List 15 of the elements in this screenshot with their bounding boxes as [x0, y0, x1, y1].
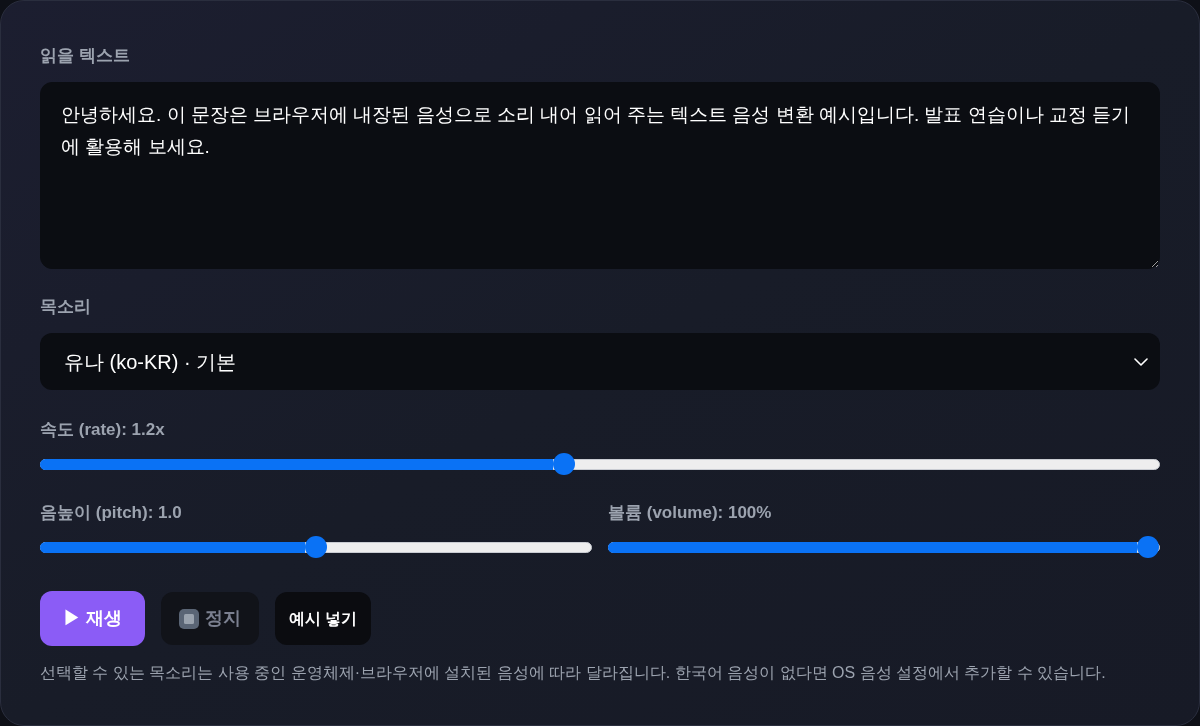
slider-label: 음높이 (pitch): 1.0	[40, 502, 182, 524]
stop-icon	[179, 608, 199, 629]
help-text: 선택할 수 있는 목소리는 사용 중인 운영체제·브라우저에 설치된 음성에 따라 달라집니다. 한국어 음성이 없다면 OS 음성 설정에서 추가할 수 있습니다.	[40, 663, 1106, 683]
play-button[interactable]: ▶ 재생	[40, 591, 145, 646]
slider-thumb[interactable]	[552, 453, 575, 475]
slider-label: 속도 (rate): 1.2x	[40, 419, 165, 441]
slider-thumb[interactable]	[305, 536, 327, 558]
chevron-down-icon	[1134, 357, 1148, 366]
field-label: 목소리	[40, 296, 91, 318]
slider-thumb[interactable]	[1137, 536, 1159, 558]
voice-select[interactable]: 유나 (ko-KR) · 기본	[40, 333, 1160, 390]
insert-sample-button[interactable]: 예시 넣기	[275, 592, 372, 645]
field-label: 읽을 텍스트	[40, 45, 130, 67]
slider-label: 볼륨 (volume): 100%	[608, 502, 772, 524]
text-input-field[interactable]: 안녕하세요. 이 문장은 브라우저에 내장된 음성으로 소리 내어 읽어 주는 텍스트 음성 변환 예시입니다. 발표 연습이나 교정 듣기에 활용해 보세요.	[40, 82, 1160, 269]
